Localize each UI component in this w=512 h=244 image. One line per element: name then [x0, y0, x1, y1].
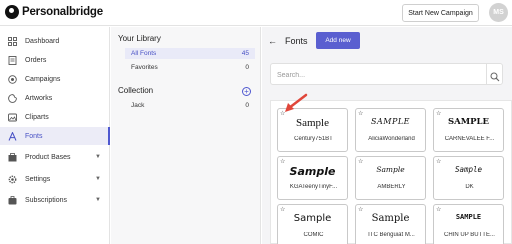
font-card-comic[interactable]: ☆ Sample COMIC: [277, 204, 348, 244]
search-icon[interactable]: [490, 69, 500, 82]
artworks-icon: [8, 93, 17, 103]
back-arrow-icon[interactable]: ←: [268, 36, 277, 46]
favorite-star-icon[interactable]: ☆: [436, 158, 441, 165]
page-title: Fonts: [285, 36, 308, 46]
cliparts-icon: [8, 113, 17, 122]
collection-item-jack[interactable]: Jack 0: [125, 100, 255, 111]
orders-icon: [8, 55, 17, 65]
favorite-star-icon[interactable]: ☆: [280, 158, 285, 165]
font-sample: Sample: [376, 165, 405, 174]
top-bar: Personalbridge Start New Campaign MS: [0, 0, 512, 26]
font-card-itc-benguiat[interactable]: ☆ Sample ITC Benguiat M...: [355, 204, 426, 244]
sidebar-item-subscriptions[interactable]: Subscriptions ▼: [0, 191, 110, 209]
subscriptions-icon: [8, 195, 17, 205]
library-item-all-fonts[interactable]: All Fonts 45: [125, 48, 255, 59]
search-input[interactable]: [277, 69, 477, 81]
favorite-star-icon[interactable]: ☆: [358, 206, 363, 213]
sidebar: Dashboard Orders Campaigns Artworks Clip…: [0, 27, 110, 244]
font-card-aliciawonderland[interactable]: ☆ SAMPLE AliciaWonderland: [355, 108, 426, 152]
sidebar-item-campaigns[interactable]: Campaigns: [0, 70, 110, 88]
sidebar-item-label: Cliparts: [25, 113, 49, 121]
collection-item-label: Jack: [131, 102, 145, 109]
font-library-panel: Your Library All Fonts 45 Favorites 0 Co…: [111, 27, 261, 244]
font-sample: Sample: [454, 165, 483, 174]
library-item-count: 0: [245, 64, 249, 71]
product-bases-icon: [8, 152, 17, 162]
library-heading: Your Library: [118, 34, 161, 43]
search-box: [270, 63, 503, 85]
font-name: AMBERLY: [377, 184, 406, 190]
sidebar-item-label: Orders: [25, 56, 47, 64]
logo-icon: [5, 5, 19, 19]
sidebar-item-label: Settings: [25, 175, 51, 183]
sidebar-item-label: Product Bases: [25, 153, 71, 161]
favorite-star-icon[interactable]: ☆: [358, 158, 363, 165]
sidebar-item-product-bases[interactable]: Product Bases ▼: [0, 148, 110, 166]
font-name: AliciaWonderland: [368, 136, 415, 142]
sidebar-item-label: Subscriptions: [25, 196, 68, 204]
dashboard-icon: [8, 36, 17, 46]
chevron-down-icon: ▼: [95, 197, 101, 203]
sidebar-item-label: Dashboard: [25, 37, 60, 45]
font-card-kgateenytiny[interactable]: ☆ Sample KGATeenyTinyF...: [277, 156, 348, 200]
sidebar-item-dashboard[interactable]: Dashboard: [0, 32, 110, 50]
brand-name: Personalbridge: [22, 6, 103, 18]
font-sample: Sample: [371, 213, 410, 224]
sidebar-item-label: Fonts: [25, 132, 43, 140]
library-item-favorites[interactable]: Favorites 0: [125, 62, 255, 73]
sidebar-item-label: Artworks: [25, 94, 53, 102]
font-name: ITC Benguiat M...: [368, 232, 415, 238]
sidebar-item-settings[interactable]: Settings ▼: [0, 170, 110, 188]
font-name: KGATeenyTinyF...: [289, 184, 338, 190]
chevron-down-icon: ▼: [95, 154, 101, 160]
sidebar-item-orders[interactable]: Orders: [0, 51, 110, 69]
sidebar-item-cliparts[interactable]: Cliparts: [0, 108, 110, 126]
add-collection-icon[interactable]: +: [242, 87, 251, 96]
library-item-count: 45: [241, 50, 249, 57]
font-card-chin-up-butte[interactable]: ☆ SAMPLE CHIN UP BUTTE...: [433, 204, 504, 244]
fonts-icon: [8, 131, 17, 141]
avatar[interactable]: MS: [489, 3, 508, 22]
font-sample: SAMPLE: [455, 213, 482, 221]
font-name: CHIN UP BUTTE...: [444, 232, 495, 238]
start-new-campaign-button[interactable]: Start New Campaign: [402, 4, 479, 22]
font-sample: SAMPLE: [448, 117, 489, 127]
sidebar-item-fonts[interactable]: Fonts: [0, 127, 110, 145]
font-card-amberly[interactable]: ☆ Sample AMBERLY: [355, 156, 426, 200]
font-sample: Sample: [296, 117, 329, 129]
collection-heading: Collection: [118, 86, 154, 95]
favorite-star-icon[interactable]: ☆: [280, 206, 285, 213]
collection-item-count: 0: [245, 102, 249, 109]
campaigns-icon: [8, 74, 17, 84]
font-grid: ☆ Sample Century751BT ☆ SAMPLE AliciaWon…: [270, 100, 512, 244]
brand-logo[interactable]: Personalbridge: [5, 5, 103, 19]
sidebar-item-label: Campaigns: [25, 75, 61, 83]
font-card-carnevalee[interactable]: ☆ SAMPLE CARNEVALEE F...: [433, 108, 504, 152]
font-name: DK: [465, 184, 474, 190]
add-new-button[interactable]: Add new: [316, 32, 360, 49]
font-sample: SAMPLE: [371, 117, 410, 126]
favorite-star-icon[interactable]: ☆: [358, 110, 363, 117]
font-name: COMIC: [303, 232, 324, 238]
font-sample: Sample: [293, 213, 332, 224]
sidebar-item-artworks[interactable]: Artworks: [0, 89, 110, 107]
font-name: Century751BT: [294, 136, 333, 142]
library-item-label: All Fonts: [131, 50, 157, 57]
font-card-dk[interactable]: ☆ Sample DK: [433, 156, 504, 200]
favorite-star-icon[interactable]: ☆: [436, 110, 441, 117]
library-item-label: Favorites: [131, 64, 158, 71]
chevron-down-icon: ▼: [95, 176, 101, 182]
favorite-star-icon[interactable]: ☆: [436, 206, 441, 213]
annotation-arrow-icon: [285, 93, 308, 112]
settings-icon: [8, 175, 17, 184]
search-divider: [486, 64, 487, 84]
font-name: CARNEVALEE F...: [444, 136, 495, 142]
font-sample: Sample: [289, 165, 336, 178]
